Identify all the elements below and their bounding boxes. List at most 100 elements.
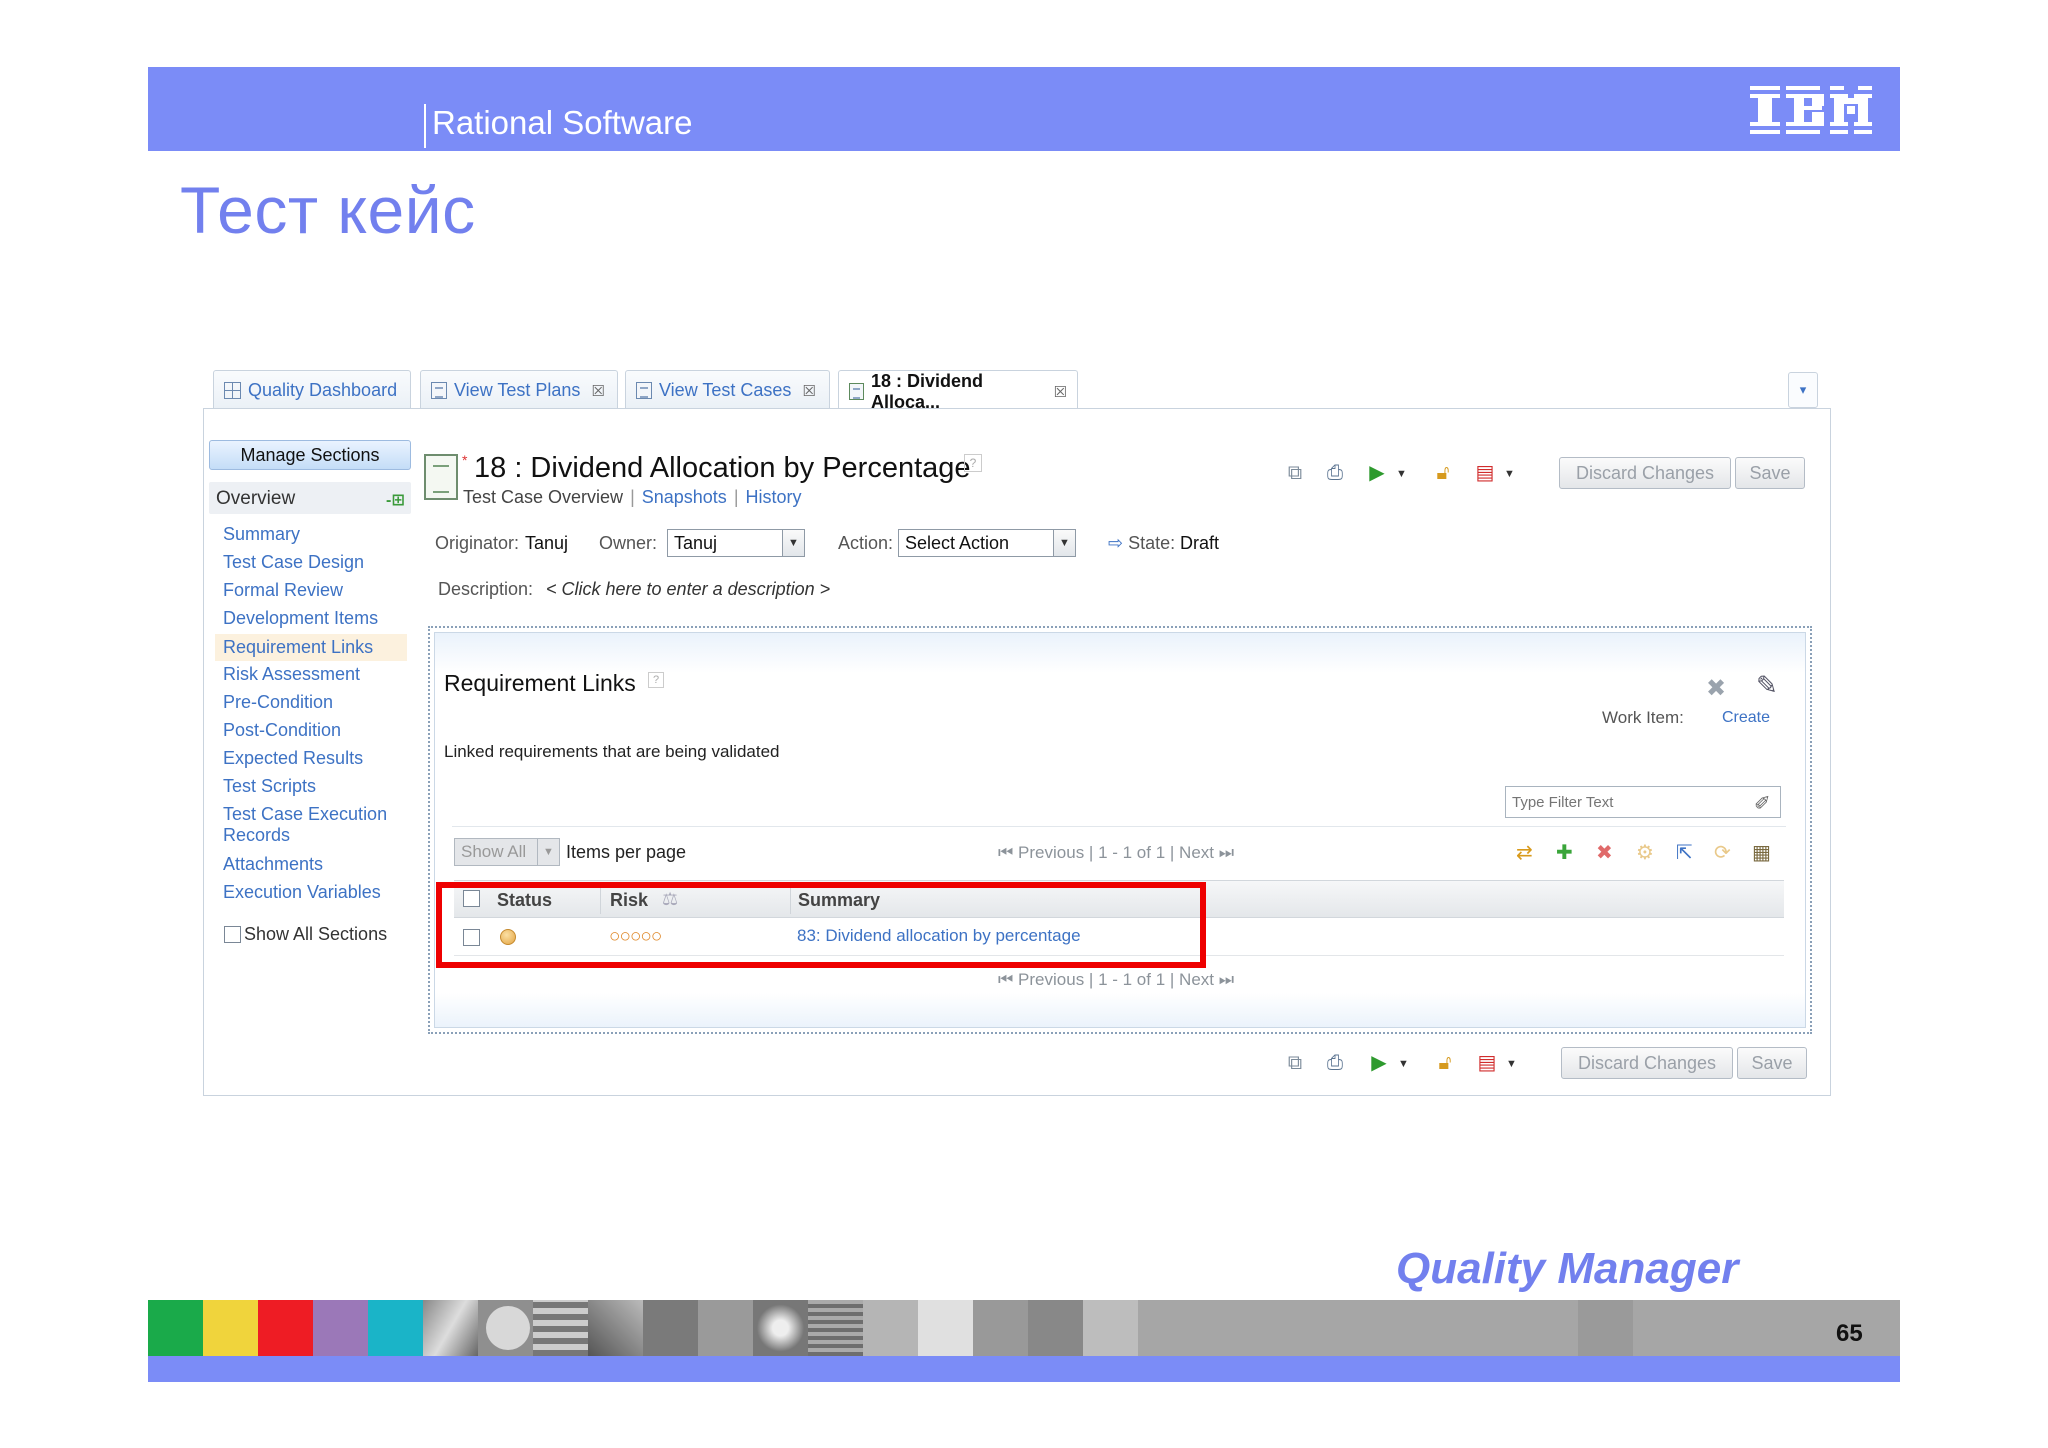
sidebar-item-formal-review[interactable]: Formal Review [223,580,343,601]
delete-icon[interactable]: ✖ [1596,842,1613,864]
edit-columns-icon[interactable]: ▦ [1752,842,1771,864]
tab-label: View Test Cases [659,380,792,400]
requirement-links-title: Requirement Links [444,670,636,696]
help-icon[interactable]: ? [964,454,982,472]
chevron-down-icon: ▼ [537,839,559,865]
slide-header-bar [148,67,1900,151]
owner-label: Owner: [599,533,658,553]
copy-icon[interactable]: ⧉ [1284,1052,1306,1074]
show-all-sections-toggle[interactable]: Show All Sections [224,924,387,945]
discard-changes-button[interactable]: Discard Changes [1561,1047,1733,1079]
sidebar-item-attachments[interactable]: Attachments [223,854,323,875]
page-number: 65 [1836,1320,1863,1347]
action-select[interactable]: Select Action ▼ [898,529,1076,557]
sidebar-item-post-condition[interactable]: Post-Condition [223,720,341,741]
lock-icon[interactable]: 🔓︎ [1432,462,1454,484]
pdf-dropdown-icon[interactable]: ▼ [1504,468,1515,480]
copy-icon[interactable]: ⧉ [1284,462,1306,484]
sidebar-item-risk-assessment[interactable]: Risk Assessment [223,664,360,685]
pin-icon[interactable]: -⊞ [386,490,405,510]
state-value: Draft [1180,533,1220,553]
pdf-icon[interactable]: ▤ [1476,1052,1498,1074]
add-icon[interactable]: ✚ [1556,842,1573,864]
highlight-annotation [436,882,1206,968]
ibm-logo [1750,86,1872,134]
description-field[interactable]: < Click here to enter a description > [546,579,830,600]
close-tab-icon[interactable]: ☒ [1054,383,1067,401]
test-case-subnav: Test Case Overview | Snapshots | History [463,487,802,507]
refresh-icon[interactable]: ⟳ [1714,842,1731,864]
chevron-down-icon: ▾ [1799,382,1807,397]
tab-view-test-cases[interactable]: View Test Cases ☒ [625,370,830,410]
items-per-page-select[interactable]: Show All ▼ [454,838,560,866]
tab-test-case-18[interactable]: 18 : Dividend Alloca... ☒ [838,370,1078,412]
subnav-history-link[interactable]: History [746,487,802,507]
print-icon[interactable]: ⎙ [1324,1052,1346,1074]
first-page-icon[interactable]: ⏮ [998,970,1013,989]
pdf-dropdown-icon[interactable]: ▼ [1506,1058,1517,1070]
reconcile-icon[interactable]: ⚙ [1636,842,1654,864]
sidebar-item-test-case-design[interactable]: Test Case Design [223,552,364,573]
requirement-links-subtitle: Linked requirements that are being valid… [444,742,780,761]
originator-value: Tanuj [525,533,569,553]
action-select-value: Select Action [905,533,1010,553]
previous-link[interactable]: Previous [1018,970,1084,989]
next-link[interactable]: Next [1179,970,1214,989]
create-work-item-link[interactable]: Create [1722,709,1770,727]
sidebar-item-test-case-execution-records[interactable]: Test Case Execution Records [223,804,403,846]
divider [452,826,1786,827]
test-case-title: 18 : Dividend Allocation by Percentage [474,452,971,484]
save-button[interactable]: Save [1735,457,1805,489]
first-page-icon[interactable]: ⏮ [998,843,1013,862]
help-icon[interactable]: ? [648,672,664,688]
page-range: 1 - 1 of 1 [1098,843,1166,862]
items-per-page-label: Items per page [566,842,687,862]
close-tab-icon[interactable]: ☒ [802,382,815,400]
sidebar-item-summary[interactable]: Summary [223,524,300,545]
show-all-sections-label: Show All Sections [244,924,388,944]
owner-select[interactable]: Tanuj ▼ [667,529,805,557]
close-tab-icon[interactable]: ☒ [591,382,604,400]
next-link[interactable]: Next [1179,843,1214,862]
tab-quality-dashboard[interactable]: Quality Dashboard [213,370,411,410]
pager-top: ⏮ Previous | 1 - 1 of 1 | Next ⏭ [998,843,1235,862]
link-requirement-icon[interactable]: ⇄ [1516,842,1533,864]
remove-icon[interactable]: ✖ [1706,674,1726,703]
open-external-icon[interactable]: ⇱ [1676,842,1693,864]
edit-icon[interactable]: ✎ [1756,670,1778,701]
clear-filter-icon[interactable]: ✐ [1754,791,1771,816]
state-label: ⇨ State: [1108,533,1176,553]
tab-view-test-plans[interactable]: View Test Plans ☒ [420,370,618,410]
last-page-icon[interactable]: ⏭ [1219,843,1234,862]
subnav-snapshots-link[interactable]: Snapshots [642,487,727,507]
discard-changes-button[interactable]: Discard Changes [1559,457,1731,489]
sidebar-item-pre-condition[interactable]: Pre-Condition [223,692,333,713]
run-dropdown-icon[interactable]: ▼ [1396,468,1407,480]
run-icon[interactable]: ▶ [1368,1052,1390,1074]
sidebar-item-test-scripts[interactable]: Test Scripts [223,776,316,797]
description-label: Description: [438,579,534,599]
sidebar-item-development-items[interactable]: Development Items [223,608,378,629]
run-dropdown-icon[interactable]: ▼ [1398,1058,1409,1070]
run-icon[interactable]: ▶ [1366,462,1388,484]
last-page-icon[interactable]: ⏭ [1219,970,1234,989]
tab-overflow-dropdown[interactable]: ▾ [1788,372,1818,408]
state-arrow-icon: ⇨ [1108,533,1124,553]
action-label: Action: [838,533,894,553]
sidebar-item-requirement-links[interactable]: Requirement Links [215,634,407,661]
show-all-sections-checkbox[interactable] [224,926,241,943]
footer-bar [148,1356,1900,1382]
pdf-icon[interactable]: ▤ [1474,462,1496,484]
originator-label: Originator: [435,533,520,553]
manage-sections-button[interactable]: Manage Sections [209,440,411,470]
brand-text: Rational Software [432,104,693,141]
tab-label: Quality Dashboard [248,380,398,400]
chevron-down-icon: ▼ [1053,530,1075,556]
previous-link[interactable]: Previous [1018,843,1084,862]
sidebar-item-execution-variables[interactable]: Execution Variables [223,882,381,903]
lock-icon[interactable]: 🔓︎ [1434,1052,1456,1074]
save-button[interactable]: Save [1737,1047,1807,1079]
filter-input[interactable] [1505,786,1781,818]
sidebar-item-expected-results[interactable]: Expected Results [223,748,363,769]
print-icon[interactable]: ⎙ [1324,462,1346,484]
